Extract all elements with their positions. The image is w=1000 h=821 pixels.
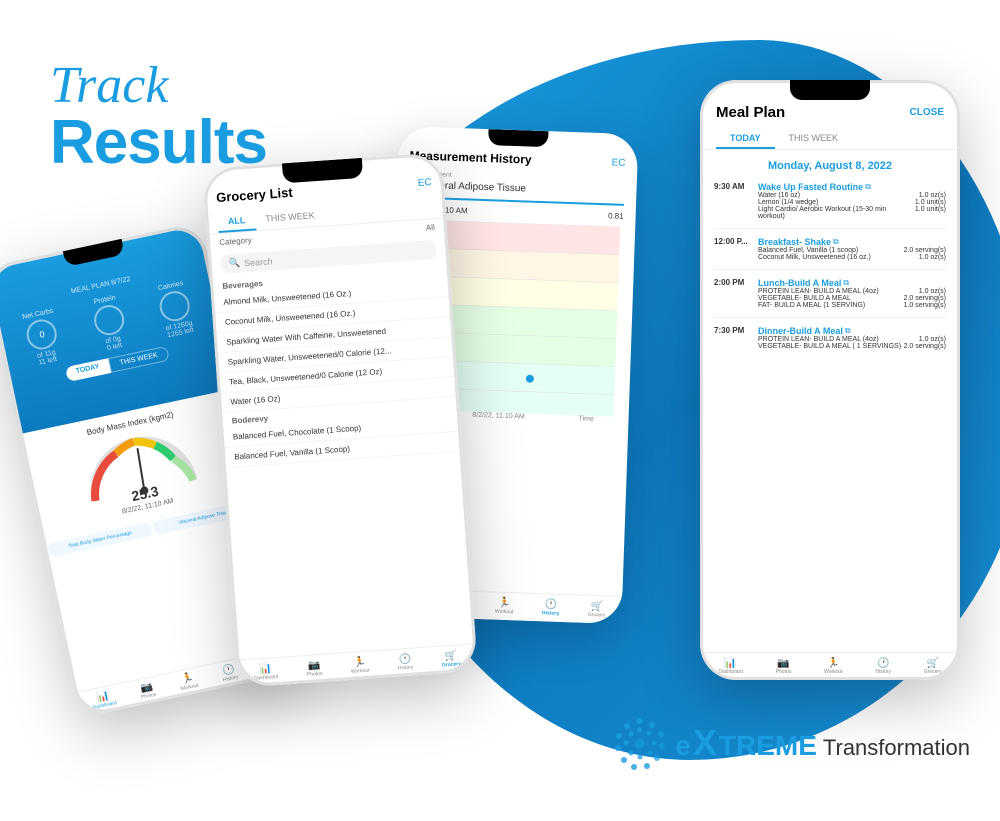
logo-area: e X TREME Transformation [612, 716, 970, 771]
nav-dashboard-p1[interactable]: 📊 Dashboard [90, 689, 117, 711]
logo-dots-icon [612, 716, 667, 771]
meal-item-4-1-name: VEGETABLE- BUILD A MEAL ( 1 SERVINGS) [758, 343, 904, 350]
nav-photos-p2[interactable]: 📷 Photos [306, 660, 323, 678]
tab-this-week-p3[interactable]: THIS WEEK [775, 129, 853, 149]
meal-block-3: 2:00 PM Lunch-Build A Meal ⧉ PROTEIN LEA… [700, 274, 960, 313]
svg-text:14: 14 [95, 507, 104, 508]
nav-dashboard-p3[interactable]: 📊 Dashboard [718, 658, 742, 675]
grocery-title: Grocery List [216, 185, 293, 205]
meal-item-3-0-name: PROTEIN LEAN- BUILD A MEAL (4oz) [758, 288, 919, 295]
search-icon: 🔍 [228, 258, 240, 270]
meal-item-1-2-name: Light Cardio/ Aerobic Workout (15-30 min… [758, 206, 915, 220]
phone-notch-mh [488, 129, 549, 147]
meal-item-3-0-qty: 1.0 oz(s) [919, 288, 946, 295]
meal-divider-1 [714, 228, 946, 229]
net-carbs-stat: Net Carbs 0 of 11g 11 left [22, 308, 64, 368]
meal-divider-3 [714, 317, 946, 318]
meal-time-1: 9:30 AM [714, 182, 754, 220]
nav-dashboard-p2[interactable]: 📊 Dashboard [253, 663, 279, 682]
protein-stat: Protein of 0g 0 left [89, 294, 130, 354]
results-text: Results [50, 112, 267, 174]
meal-item-1-1-qty: 1.0 unit(s) [915, 199, 946, 206]
meal-name-1: Wake Up Fasted Routine [758, 182, 863, 192]
logo-transformation: Transformation [823, 735, 970, 761]
svg-text:Time: Time [578, 415, 594, 423]
meal-item-1-2-qty: 1.0 unit(s) [915, 206, 946, 220]
nav-photos-p3[interactable]: 📷 Photos [776, 658, 792, 675]
nav-grocery-p2[interactable]: 🛒 Grocery [441, 650, 461, 668]
meal-divider-2 [714, 269, 946, 270]
meal-item-1-1-name: Lemon (1/4 wedge) [758, 199, 915, 206]
meal-item-4-0-name: PROTEIN LEAN- BUILD A MEAL (4oz) [758, 336, 919, 343]
nav-grocery-mh[interactable]: 🛒 Grocery [587, 601, 605, 619]
meal-plan-tabs: TODAY THIS WEEK [700, 129, 960, 150]
tab-today-p1[interactable]: TODAY [65, 358, 111, 382]
nav-photos-p1[interactable]: 📷 Photos [138, 681, 157, 701]
meal-link-icon-3: ⧉ [843, 278, 849, 288]
meal-time-4: 7:30 PM [714, 326, 754, 350]
nav-workout-p3[interactable]: 🏃 Workout [824, 658, 843, 675]
meal-link-icon-1: ⧉ [865, 182, 871, 192]
meal-name-3: Lunch-Build A Meal [758, 278, 841, 288]
meal-item-4-1-qty: 2.0 serving(s) [904, 343, 946, 350]
meal-plan-title: Meal Plan [716, 104, 785, 121]
meal-item-3-1-name: VEGETABLE- BUILD A MEAL [758, 295, 904, 302]
meal-item-2-1-name: Coconut Milk, Unsweetened (16 oz.) [758, 254, 919, 261]
meal-time-3: 2:00 PM [714, 278, 754, 309]
meal-plan-date: Monday, August 8, 2022 [700, 154, 960, 178]
meal-name-2: Breakfast- Shake [758, 237, 831, 247]
meal-item-3-2-name: FAT- BUILD A MEAL (1 SERVING) [758, 302, 904, 309]
tab-all[interactable]: ALL [217, 210, 256, 233]
nav-grocery-p3[interactable]: 🛒 Grocery [924, 658, 942, 675]
headline-container: Track Results [50, 60, 267, 174]
meal-block-4: 7:30 PM Dinner-Build A Meal ⧉ PROTEIN LE… [700, 322, 960, 354]
meal-link-icon-4: ⧉ [845, 326, 851, 336]
meal-item-2-1-qty: 1.0 oz(s) [919, 254, 946, 261]
svg-text:45: 45 [185, 487, 194, 495]
meal-item-3-1-qty: 2.0 serving(s) [904, 295, 946, 302]
meal-block-2: 12:00 P... Breakfast- Shake ⧉ Balanced F… [700, 233, 960, 265]
nav-history-p3[interactable]: 🕐 History [875, 658, 891, 675]
track-text: Track [50, 60, 267, 112]
meal-link-icon-2: ⧉ [833, 237, 839, 247]
logo-treme: TREME [719, 730, 817, 762]
mh-ec: EC [611, 157, 625, 168]
nav-workout-p1[interactable]: 🏃 Workout [178, 672, 200, 692]
logo-x: X [693, 725, 717, 761]
nav-workout-p2[interactable]: 🏃 Workout [350, 657, 370, 675]
svg-text:8/2/22, 11:10 AM: 8/2/22, 11:10 AM [472, 412, 525, 421]
calories-stat: Calories of 1260g 1265 left [155, 280, 196, 340]
meal-item-2-0-qty: 2.0 serving(s) [904, 247, 946, 254]
nav-history-mh[interactable]: 🕐 History [542, 599, 560, 617]
nav-workout-mh[interactable]: 🏃 Workout [495, 598, 514, 616]
logo-e: e [675, 730, 691, 762]
bottom-nav-p2: 📊 Dashboard 📷 Photos 🏃 Workout 🕐 History… [236, 643, 477, 688]
phone-notch-3 [790, 80, 870, 100]
bottom-nav-p3: 📊 Dashboard 📷 Photos 🏃 Workout 🕐 History… [700, 652, 960, 680]
grocery-ec: EC [417, 177, 432, 189]
meal-item-4-0-qty: 1.0 oz(s) [919, 336, 946, 343]
phone-grocery: Grocery List EC ALL THIS WEEK Category A… [202, 152, 478, 687]
meal-name-4: Dinner-Build A Meal [758, 326, 843, 336]
meal-item-2-0-name: Balanced Fuel, Vanilla (1 scoop) [758, 247, 904, 254]
meal-plan-close[interactable]: CLOSE [910, 107, 944, 118]
phone-meal-plan: Meal Plan CLOSE TODAY THIS WEEK Monday, … [700, 80, 960, 680]
meal-item-3-2-qty: 1.0 serving(s) [904, 302, 946, 309]
tab-today-p3[interactable]: TODAY [716, 129, 775, 149]
meal-item-1-0-name: Water (16 oz) [758, 192, 919, 199]
meal-time-2: 12:00 P... [714, 237, 754, 261]
meal-block-1: 9:30 AM Wake Up Fasted Routine ⧉ Water (… [700, 178, 960, 224]
logo-text: e X TREME Transformation [675, 725, 970, 762]
meal-item-1-0-qty: 1.0 oz(s) [919, 192, 946, 199]
nav-history-p2[interactable]: 🕐 History [397, 654, 414, 672]
mh-reading: 0.81 [608, 211, 624, 221]
